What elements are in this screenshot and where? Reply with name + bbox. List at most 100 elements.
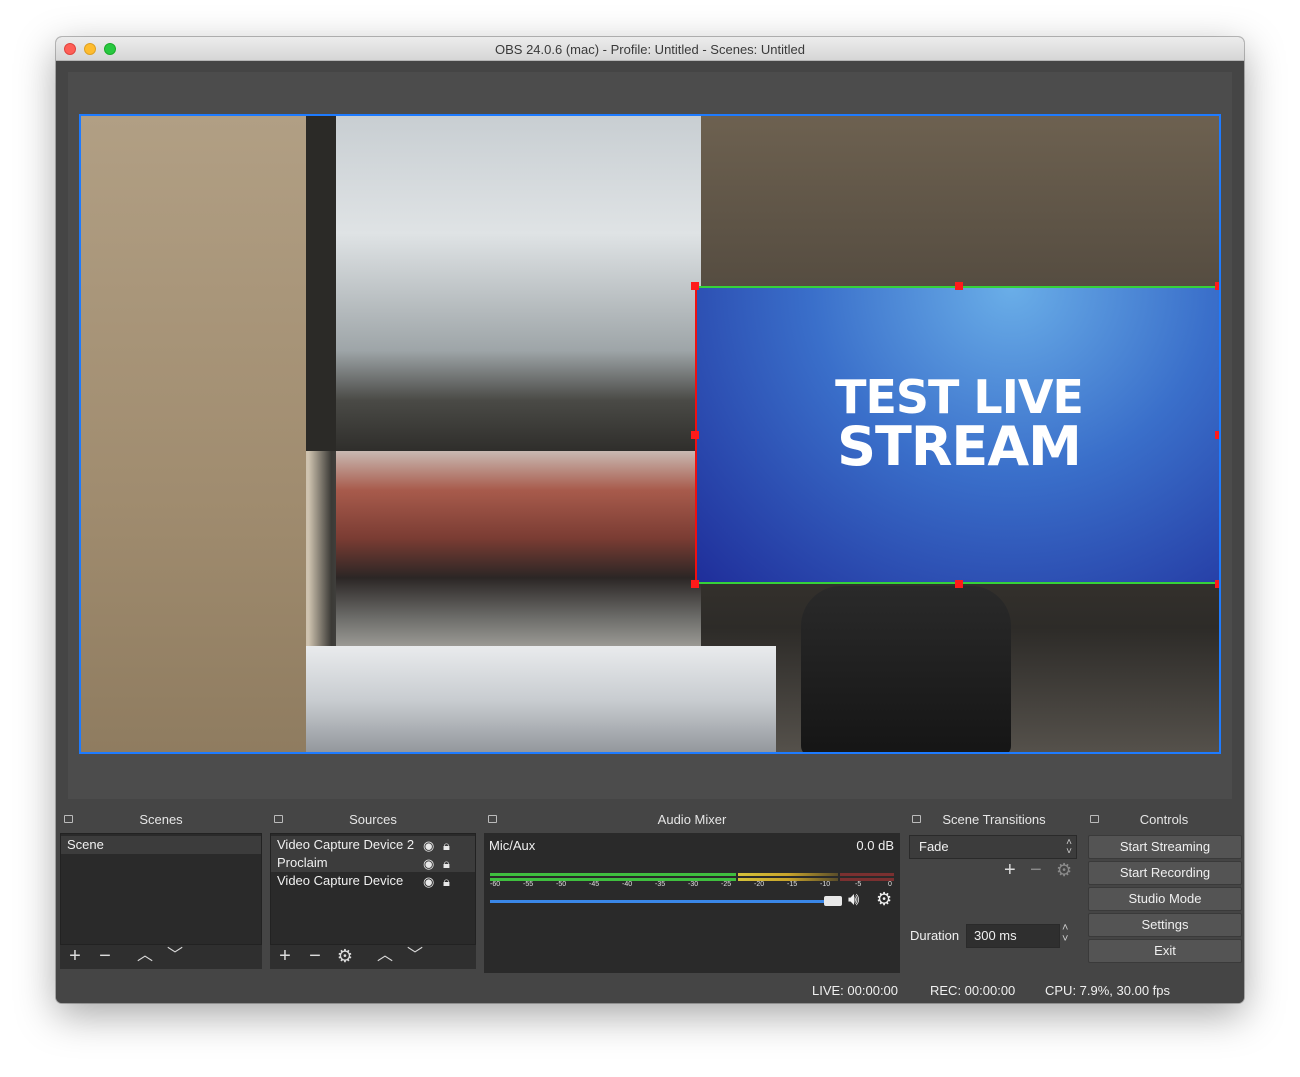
tick-label: -45: [589, 881, 600, 888]
tick-label: -5: [855, 881, 862, 888]
camera-chair: [801, 586, 1011, 752]
dock-area: Scenes Scene + − ︿ ﹀ Sources Video Captu…: [56, 811, 1244, 973]
tick-label: -30: [688, 881, 699, 888]
duration-stepper[interactable]: ˄ ˅: [1062, 923, 1068, 945]
tick-label: -15: [787, 881, 798, 888]
live-status: LIVE: 00:00:00: [812, 983, 899, 998]
audio-mixer-dock: Audio Mixer Mic/Aux 0.0 dB -60 -55 -50 -…: [484, 811, 900, 973]
scene-transitions-dock: Scene Transitions Fade ˄ ˅ + − ⚙ Duration…: [908, 811, 1080, 973]
source-item[interactable]: Video Capture Device ◉ 🔒︎: [271, 872, 475, 890]
resize-handle-bottom-left[interactable]: [691, 580, 699, 588]
controls-header: Controls: [1139, 812, 1189, 827]
tick-label: -35: [655, 881, 666, 888]
volume-slider-track[interactable]: [490, 900, 836, 903]
tick-label: -25: [721, 881, 732, 888]
sources-dock: Sources Video Capture Device 2 ◉ 🔒︎ Proc…: [270, 811, 476, 973]
move-source-down-button[interactable]: ﹀: [400, 945, 430, 969]
remove-scene-button[interactable]: −: [90, 945, 120, 969]
source-item[interactable]: Video Capture Device 2 ◉ 🔒︎: [271, 836, 475, 854]
tick-label: -50: [556, 881, 567, 888]
tick-label: -60: [490, 881, 501, 888]
start-streaming-button[interactable]: Start Streaming: [1088, 835, 1242, 859]
tick-label: -40: [622, 881, 633, 888]
window-title: OBS 24.0.6 (mac) - Profile: Untitled - S…: [495, 42, 805, 57]
lock-icon[interactable]: 🔒︎: [443, 855, 450, 873]
duration-spinbox[interactable]: 300 ms: [966, 924, 1060, 948]
add-source-button[interactable]: +: [270, 945, 300, 969]
studio-mode-button[interactable]: Studio Mode: [1088, 887, 1242, 911]
scene-transitions-header: Scene Transitions: [942, 812, 1046, 827]
duration-label: Duration: [910, 928, 960, 943]
exit-button[interactable]: Exit: [1088, 939, 1242, 963]
camera-street-view: [336, 451, 701, 646]
resize-handle-right[interactable]: [1215, 431, 1219, 439]
meter-red-left: [840, 873, 894, 876]
visibility-eye-icon[interactable]: ◉: [423, 837, 434, 855]
overlay-title: TEST LIVE STREAM: [697, 372, 1219, 478]
camera-shade-edge: [306, 116, 336, 451]
sources-toolbar: + − ⚙ ︿ ﹀: [270, 945, 476, 969]
camera-window-shade: [306, 116, 701, 451]
tick-label: 0: [888, 881, 892, 888]
channel-name: Mic/Aux: [489, 838, 536, 853]
move-scene-up-button[interactable]: ︿: [130, 945, 160, 969]
source-label: Video Capture Device: [277, 873, 404, 888]
title-bar: OBS 24.0.6 (mac) - Profile: Untitled - S…: [56, 37, 1244, 61]
lock-icon[interactable]: 🔒︎: [443, 837, 450, 855]
overlay-line-2: STREAM: [837, 415, 1082, 478]
visibility-eye-icon[interactable]: ◉: [423, 873, 434, 891]
duration-value: 300 ms: [974, 928, 1017, 943]
transition-properties-gear-icon[interactable]: ⚙: [1056, 860, 1072, 881]
audio-settings-gear-icon[interactable]: ⚙: [876, 889, 892, 910]
resize-handle-top-left[interactable]: [691, 282, 699, 290]
source-label: Video Capture Device 2: [277, 837, 415, 852]
add-transition-button[interactable]: +: [1004, 859, 1016, 882]
scenes-dock: Scenes Scene + − ︿ ﹀: [60, 811, 262, 973]
scenes-toolbar: + − ︿ ﹀: [60, 945, 262, 969]
tick-label: -10: [820, 881, 831, 888]
scenes-header: Scenes: [139, 812, 183, 827]
camera-left-wall: [81, 116, 306, 752]
meter-green-left: [490, 873, 736, 876]
transition-select[interactable]: Fade ˄ ˅: [909, 835, 1077, 859]
volume-slider-handle[interactable]: [824, 896, 842, 906]
remove-transition-button[interactable]: −: [1030, 859, 1042, 882]
move-scene-down-button[interactable]: ﹀: [160, 945, 190, 969]
remove-source-button[interactable]: −: [300, 945, 330, 969]
tick-label: -20: [754, 881, 765, 888]
scene-item[interactable]: Scene: [61, 836, 261, 854]
rec-status: REC: 00:00:00: [930, 983, 1016, 998]
sources-header: Sources: [349, 812, 397, 827]
speaker-mute-icon[interactable]: 🔊︎: [848, 889, 859, 910]
resize-handle-left[interactable]: [691, 431, 699, 439]
status-bar: LIVE: 00:00:00 REC: 00:00:00 CPU: 7.9%, …: [56, 979, 1244, 1003]
camera-window-sill: [306, 646, 776, 752]
resize-handle-top[interactable]: [955, 282, 963, 290]
settings-button[interactable]: Settings: [1088, 913, 1242, 937]
move-source-up-button[interactable]: ︿: [370, 945, 400, 969]
scenes-list[interactable]: Scene: [60, 833, 262, 945]
channel-level: 0.0 dB: [856, 838, 894, 853]
sources-list[interactable]: Video Capture Device 2 ◉ 🔒︎ Proclaim ◉ 🔒…: [270, 833, 476, 945]
resize-handle-bottom-right[interactable]: [1215, 580, 1219, 588]
obs-window: OBS 24.0.6 (mac) - Profile: Untitled - S…: [56, 37, 1244, 1003]
cpu-status: CPU: 7.9%, 30.00 fps: [1045, 983, 1171, 998]
add-scene-button[interactable]: +: [60, 945, 90, 969]
preview-area[interactable]: TEST LIVE STREAM: [68, 72, 1232, 799]
meter-scale: -60 -55 -50 -45 -40 -35 -30 -25 -20 -15 …: [490, 881, 894, 891]
audio-mixer-header: Audio Mixer: [657, 812, 727, 827]
visibility-eye-icon[interactable]: ◉: [423, 855, 434, 873]
mixer-channel: Mic/Aux 0.0 dB -60 -55 -50 -45 -40 -35 -…: [484, 833, 900, 973]
source-label: Proclaim: [277, 855, 328, 870]
resize-handle-bottom[interactable]: [955, 580, 963, 588]
updown-chevron-icon: ˄ ˅: [1066, 837, 1072, 857]
source-item[interactable]: Proclaim ◉ 🔒︎: [271, 854, 475, 872]
preview-canvas[interactable]: TEST LIVE STREAM: [79, 114, 1221, 754]
source-properties-gear-icon[interactable]: ⚙: [330, 945, 360, 969]
meter-yellow-left: [738, 873, 838, 876]
resize-handle-top-right[interactable]: [1215, 282, 1219, 290]
proclaim-source-overlay[interactable]: TEST LIVE STREAM: [695, 286, 1219, 584]
start-recording-button[interactable]: Start Recording: [1088, 861, 1242, 885]
lock-icon[interactable]: 🔒︎: [443, 873, 450, 891]
tick-label: -55: [523, 881, 534, 888]
